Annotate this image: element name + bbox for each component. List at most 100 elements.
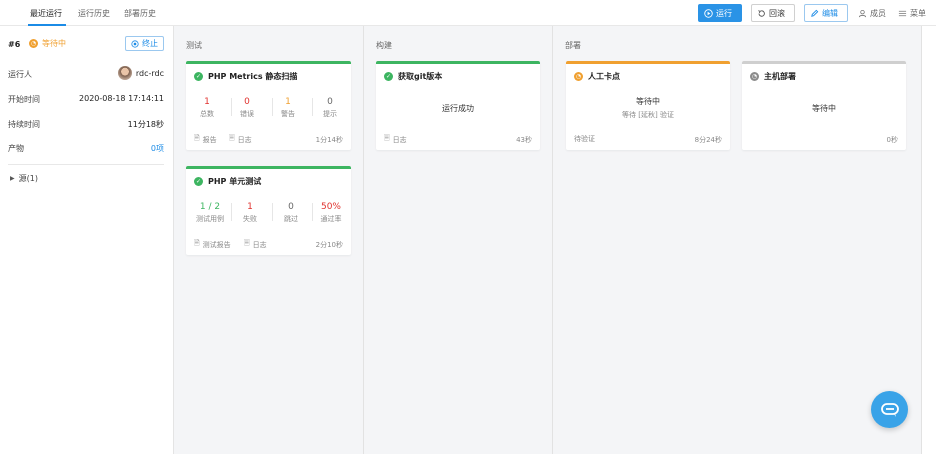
job-title: PHP 单元测试 (208, 177, 262, 186)
tab-recent-runs[interactable]: 最近运行 (30, 8, 62, 19)
status-bar (742, 61, 906, 64)
status-bar (376, 61, 540, 64)
top-bar: 最近运行 运行历史 部署历史 运行 回滚 编辑 成员 菜单 (0, 0, 936, 26)
duration-label: 持续时间 (8, 120, 40, 129)
job-card-host-deploy[interactable]: ◔ 主机部署 等待中 0秒 (742, 61, 906, 150)
job-duration: 2分10秒 (315, 241, 343, 249)
source-label: 源(1) (18, 174, 38, 183)
artifacts-label: 产物 (8, 144, 24, 153)
job-title: 主机部署 (764, 72, 796, 81)
stat-test-cases: 1 / 2 测试用例 (196, 202, 224, 223)
run-status-label: 等待中 (42, 39, 66, 48)
pencil-icon (811, 9, 819, 17)
start-time-label: 开始时间 (8, 95, 40, 104)
caret-right-icon: ▶ (10, 175, 15, 182)
job-card-manual-gate[interactable]: ◔ 人工卡点 等待中 等待 [延秋] 验证 待验证 8分24秒 (566, 61, 730, 150)
job-title: 获取git版本 (398, 72, 443, 81)
stat-pass-rate: 50% 通过率 (320, 202, 342, 223)
report-icon: 🗎 (194, 134, 200, 142)
job-title: 人工卡点 (588, 72, 620, 81)
chat-button[interactable] (871, 391, 908, 428)
duration-row: 持续时间 11分18秒 (8, 119, 164, 130)
stage-title-test: 测试 (186, 41, 202, 50)
job-duration: 0秒 (886, 136, 898, 144)
test-report-link[interactable]: 🗎 测试报告 (194, 239, 231, 250)
run-button[interactable]: 运行 (698, 4, 742, 22)
tab-deploy-history[interactable]: 部署历史 (124, 8, 156, 19)
rollback-button[interactable]: 回滚 (751, 4, 795, 22)
log-icon: 🗏 (384, 134, 390, 142)
status-bar (186, 166, 351, 169)
stat-errors: 0 错误 (240, 97, 254, 118)
report-link[interactable]: 🗎 报告 (194, 134, 217, 145)
hamburger-icon (898, 10, 907, 17)
stop-button-label: 终止 (142, 39, 158, 48)
members-link[interactable]: 成员 (858, 8, 886, 19)
pending-verify-link[interactable]: 待验证 (574, 134, 595, 144)
menu-link[interactable]: 菜单 (898, 8, 926, 19)
start-time-row: 开始时间 2020-08-18 17:14:11 (8, 94, 164, 105)
job-title: PHP Metrics 静态扫描 (208, 72, 298, 81)
run-status: ◔ 等待中 (29, 38, 66, 49)
job-duration: 1分14秒 (315, 136, 343, 144)
run-info-panel: #6 ◔ 等待中 终止 运行人 rdc-rdc 开始时间 2020-08-18 … (0, 26, 174, 454)
stat-warnings: 1 警告 (281, 97, 295, 118)
start-time-value: 2020-08-18 17:14:11 (79, 94, 164, 103)
job-card-git[interactable]: ✓ 获取git版本 运行成功 🗏 日志 43秒 (376, 61, 540, 150)
log-link[interactable]: 🗏 日志 (229, 134, 252, 145)
edit-button-label: 编辑 (822, 8, 838, 18)
edit-button[interactable]: 编辑 (804, 4, 848, 22)
stat-failed: 1 失败 (243, 202, 257, 223)
rollback-icon (758, 9, 765, 17)
job-message: 等待中 (812, 104, 836, 113)
run-button-label: 运行 (716, 8, 732, 18)
job-message: 运行成功 (442, 104, 474, 113)
waiting-icon: ◔ (29, 39, 38, 48)
stat-total: 1 总数 (200, 97, 214, 118)
source-toggle[interactable]: ▶ 源(1) (10, 173, 38, 184)
log-link[interactable]: 🗏 日志 (384, 134, 407, 145)
success-icon: ✓ (384, 72, 393, 81)
artifacts-row: 产物 0项 (8, 143, 164, 154)
members-label: 成员 (870, 9, 886, 18)
avatar (117, 66, 132, 80)
job-sub-message: 等待 [延秋] 验证 (622, 111, 674, 119)
job-duration: 43秒 (516, 136, 532, 144)
log-icon: 🗏 (229, 134, 235, 142)
runner-row: 运行人 rdc-rdc (8, 66, 164, 80)
waiting-icon: ◔ (574, 72, 583, 81)
stage-divider (363, 26, 364, 454)
user-icon (858, 9, 867, 18)
log-link[interactable]: 🗏 日志 (244, 239, 267, 250)
job-card-php-metrics[interactable]: ✓ PHP Metrics 静态扫描 1 总数 0 错误 1 警告 0 提示 🗎… (186, 61, 351, 150)
report-icon: 🗎 (194, 239, 200, 247)
tab-run-history[interactable]: 运行历史 (78, 8, 110, 19)
job-message: 等待中 (636, 97, 660, 106)
duration-value: 11分18秒 (127, 120, 164, 129)
play-circle-icon (704, 8, 713, 18)
success-icon: ✓ (194, 177, 203, 186)
artifacts-link[interactable]: 0项 (151, 143, 164, 154)
right-scroll-strip (921, 26, 936, 454)
stage-title-build: 构建 (376, 41, 392, 50)
success-icon: ✓ (194, 72, 203, 81)
stat-skipped: 0 跳过 (284, 202, 298, 223)
runner-name: rdc-rdc (135, 68, 164, 78)
chat-icon (880, 402, 899, 417)
runner-label: 运行人 (8, 70, 32, 79)
job-card-php-unit[interactable]: ✓ PHP 单元测试 1 / 2 测试用例 1 失败 0 跳过 50% 通过率 … (186, 166, 351, 255)
run-id: #6 (8, 40, 21, 49)
status-bar (566, 61, 730, 64)
pending-icon: ◔ (750, 72, 759, 81)
log-icon: 🗏 (244, 239, 250, 247)
stop-button[interactable]: 终止 (125, 36, 164, 51)
status-bar (186, 61, 351, 64)
menu-label: 菜单 (910, 9, 926, 18)
rollback-button-label: 回滚 (769, 8, 785, 18)
stage-title-deploy: 部署 (565, 41, 581, 50)
stop-icon (131, 39, 139, 48)
divider (8, 164, 164, 165)
stage-divider (552, 26, 553, 454)
stat-hints: 0 提示 (323, 97, 337, 118)
job-duration: 8分24秒 (694, 136, 722, 144)
